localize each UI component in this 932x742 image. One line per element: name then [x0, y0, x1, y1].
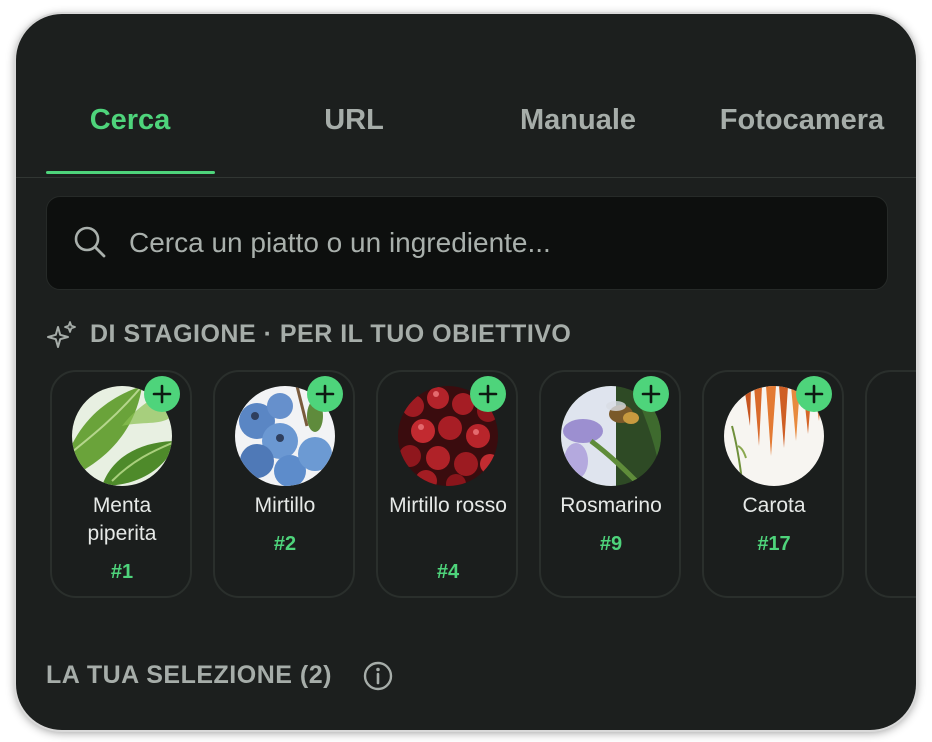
tab-url[interactable]: URL: [324, 104, 384, 137]
ingredient-name: Mirtillo rosso: [389, 494, 507, 517]
ingredient-name: Rosmarino: [560, 494, 662, 517]
ingredient-name: Menta piperita: [87, 494, 157, 545]
plus-icon: [641, 384, 661, 404]
ingredient-rank: #2: [273, 533, 297, 555]
ingredient-rank: #1: [110, 561, 134, 583]
plus-icon: [152, 384, 172, 404]
info-icon[interactable]: [362, 660, 394, 692]
tab-bar: Cerca URL Manuale Fotocamera: [16, 14, 916, 178]
ingredient-name: Carota: [742, 494, 806, 517]
tab-manuale[interactable]: Manuale: [520, 104, 636, 137]
add-button[interactable]: [470, 376, 506, 412]
tab-cerca[interactable]: Cerca: [90, 104, 171, 137]
ingredient-name: Mirtillo: [254, 494, 316, 517]
tab-fotocamera[interactable]: Fotocamera: [720, 104, 884, 137]
plus-icon: [478, 384, 498, 404]
add-button[interactable]: [633, 376, 669, 412]
ingredient-rank: #4: [436, 561, 460, 583]
search-icon: [74, 226, 106, 258]
ingredient-card[interactable]: Menta piperita #1: [50, 370, 192, 598]
selection-section-title: LA TUA SELEZIONE (2): [46, 661, 332, 689]
ingredient-rank: #17: [757, 533, 791, 555]
ingredient-card[interactable]: Rosmarino #9: [539, 370, 681, 598]
search-input[interactable]: [129, 197, 849, 289]
search-bar[interactable]: [46, 196, 888, 290]
seasonal-carousel[interactable]: Menta piperita #1 Mirtillo #2 Mirtillo r…: [16, 370, 916, 602]
add-ingredient-panel: Cerca URL Manuale Fotocamera DI STAGIONE…: [16, 14, 916, 730]
add-button[interactable]: [796, 376, 832, 412]
sparkles-icon: [47, 321, 76, 348]
add-button[interactable]: [144, 376, 180, 412]
add-button[interactable]: [307, 376, 343, 412]
ingredient-card-partial[interactable]: [865, 370, 916, 598]
ingredient-card[interactable]: Mirtillo #2: [213, 370, 355, 598]
ingredient-card[interactable]: Mirtillo rosso #4: [376, 370, 518, 598]
plus-icon: [804, 384, 824, 404]
ingredient-card[interactable]: Carota #17: [702, 370, 844, 598]
active-tab-indicator: [46, 171, 215, 174]
seasonal-section-title: DI STAGIONE · PER IL TUO OBIETTIVO: [90, 320, 572, 348]
plus-icon: [315, 384, 335, 404]
ingredient-rank: #9: [599, 533, 623, 555]
